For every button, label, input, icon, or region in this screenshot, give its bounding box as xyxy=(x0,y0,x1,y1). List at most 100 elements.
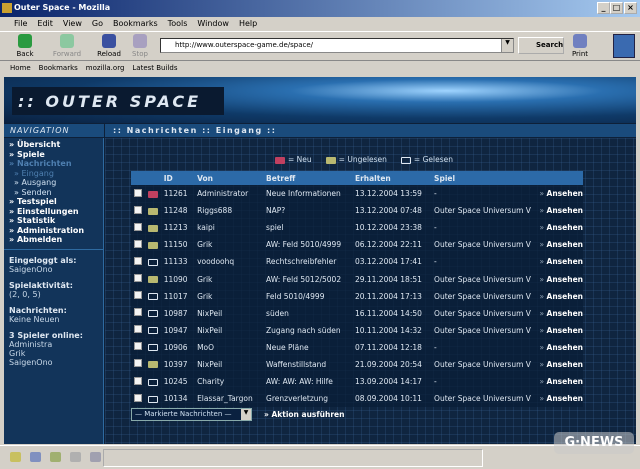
row-checkbox[interactable] xyxy=(134,325,142,334)
chevron-down-icon[interactable]: ▼ xyxy=(241,409,251,420)
message-subject[interactable]: Grenzverletzung xyxy=(263,390,352,407)
table-row[interactable]: 11248 Riggs688 NAP? 13.12.2004 07:48 Out… xyxy=(131,202,583,220)
message-from[interactable]: Grik xyxy=(194,270,263,287)
execute-action-link[interactable]: » Aktion ausführen xyxy=(264,410,344,419)
menu-go[interactable]: Go xyxy=(92,19,103,31)
forward-button[interactable]: Forward xyxy=(52,34,82,58)
table-row[interactable]: 11133 voodoohq Rechtschreibfehler 03.12.… xyxy=(131,253,583,271)
menu-tools[interactable]: Tools xyxy=(168,19,188,31)
nav-item[interactable]: » Spiele xyxy=(9,150,98,160)
message-subject[interactable]: AW: AW: AW: Hilfe xyxy=(263,373,352,390)
col-game[interactable]: Spiel xyxy=(431,171,537,185)
online-player[interactable]: SaigenOno xyxy=(9,358,98,367)
message-subject[interactable]: Zugang nach süden xyxy=(263,322,352,339)
row-checkbox[interactable] xyxy=(134,205,142,214)
message-from[interactable]: NixPeil xyxy=(194,356,263,373)
row-checkbox[interactable] xyxy=(134,222,142,231)
stop-button[interactable]: Stop xyxy=(125,34,155,58)
view-link[interactable]: » Ansehen xyxy=(537,322,583,339)
nav-item[interactable]: » Administration xyxy=(9,226,98,236)
menu-view[interactable]: View xyxy=(63,19,82,31)
mail-icon[interactable] xyxy=(30,452,41,462)
navigator-icon[interactable] xyxy=(10,452,21,462)
reload-button[interactable]: Reload xyxy=(94,34,124,58)
bulk-action-select[interactable]: — Markierte Nachrichten — ▼ xyxy=(131,408,252,421)
message-subject[interactable]: NAP? xyxy=(263,202,352,219)
view-link[interactable]: » Ansehen xyxy=(537,185,583,202)
view-link[interactable]: » Ansehen xyxy=(537,373,583,390)
table-row[interactable]: 11150 Grik AW: Feld 5010/4999 06.12.2004… xyxy=(131,236,583,254)
mozilla-org-link[interactable]: mozilla.org xyxy=(86,64,125,76)
menu-file[interactable]: File xyxy=(14,19,27,31)
nav-item[interactable]: » Nachrichten xyxy=(9,159,98,169)
view-link[interactable]: » Ansehen xyxy=(537,219,583,236)
close-button[interactable]: × xyxy=(624,2,637,14)
row-checkbox[interactable] xyxy=(134,342,142,351)
address-book-icon[interactable] xyxy=(70,452,81,462)
message-subject[interactable]: AW: Feld 5012/5002 xyxy=(263,270,352,287)
message-subject[interactable]: AW: Feld 5010/4999 xyxy=(263,236,352,253)
message-subject[interactable]: Neue Informationen xyxy=(263,185,352,202)
row-checkbox[interactable] xyxy=(134,274,142,283)
col-id[interactable]: ID xyxy=(161,171,194,185)
message-subject[interactable]: Waffenstillstand xyxy=(263,356,352,373)
col-received[interactable]: Erhalten xyxy=(352,171,431,185)
view-link[interactable]: » Ansehen xyxy=(537,202,583,219)
message-from[interactable]: Administrator xyxy=(194,185,263,202)
message-from[interactable]: Charity xyxy=(194,373,263,390)
view-link[interactable]: » Ansehen xyxy=(537,270,583,287)
row-checkbox[interactable] xyxy=(134,188,142,197)
view-link[interactable]: » Ansehen xyxy=(537,305,583,322)
nav-item[interactable]: » Abmelden xyxy=(9,235,98,245)
message-from[interactable]: kaipi xyxy=(194,219,263,236)
message-subject[interactable]: Feld 5010/4999 xyxy=(263,288,352,305)
menu-help[interactable]: Help xyxy=(239,19,257,31)
table-row[interactable]: 10906 MoO Neue Pläne 07.11.2004 12:18 - … xyxy=(131,338,583,356)
message-from[interactable]: voodoohq xyxy=(194,253,263,270)
menu-bookmarks[interactable]: Bookmarks xyxy=(113,19,158,31)
table-row[interactable]: 11090 Grik AW: Feld 5012/5002 29.11.2004… xyxy=(131,270,583,288)
message-from[interactable]: Grik xyxy=(194,288,263,305)
maximize-button[interactable]: □ xyxy=(610,2,623,14)
row-checkbox[interactable] xyxy=(134,256,142,265)
url-bar[interactable]: http://www.outerspace-game.de/space/ ▼ xyxy=(160,38,514,53)
view-link[interactable]: » Ansehen xyxy=(537,390,583,407)
message-subject[interactable]: Rechtschreibfehler xyxy=(263,253,352,270)
message-from[interactable]: MoO xyxy=(194,339,263,356)
latest-builds-link[interactable]: Latest Builds xyxy=(132,64,177,76)
online-player[interactable]: Administra xyxy=(9,340,98,349)
message-from[interactable]: Elassar_Targon xyxy=(194,390,263,407)
view-link[interactable]: » Ansehen xyxy=(537,288,583,305)
table-row[interactable]: 10245 Charity AW: AW: AW: Hilfe 13.09.20… xyxy=(131,373,583,391)
message-from[interactable]: Riggs688 xyxy=(194,202,263,219)
table-row[interactable]: 10947 NixPeil Zugang nach süden 10.11.20… xyxy=(131,321,583,339)
table-row[interactable]: 11261 Administrator Neue Informationen 1… xyxy=(131,185,583,203)
view-link[interactable]: » Ansehen xyxy=(537,339,583,356)
message-subject[interactable]: süden xyxy=(263,305,352,322)
row-checkbox[interactable] xyxy=(134,308,142,317)
url-dropdown-icon[interactable]: ▼ xyxy=(501,39,513,52)
view-link[interactable]: » Ansehen xyxy=(537,253,583,270)
composer-icon[interactable] xyxy=(50,452,61,462)
message-from[interactable]: Grik xyxy=(194,236,263,253)
message-from[interactable]: NixPeil xyxy=(194,305,263,322)
view-link[interactable]: » Ansehen xyxy=(537,356,583,373)
nav-item[interactable]: » Eingang xyxy=(9,169,98,179)
print-button[interactable]: Print xyxy=(565,34,595,58)
view-link[interactable]: » Ansehen xyxy=(537,236,583,253)
col-from[interactable]: Von xyxy=(194,171,263,185)
row-checkbox[interactable] xyxy=(134,359,142,368)
back-button[interactable]: Back xyxy=(10,34,40,58)
bookmarks-link[interactable]: Bookmarks xyxy=(39,64,78,76)
table-row[interactable]: 10987 NixPeil süden 16.11.2004 14:50 Out… xyxy=(131,304,583,322)
site-logo[interactable]: :: OUTER SPACE xyxy=(12,87,224,115)
online-player[interactable]: Grik xyxy=(9,349,98,358)
search-button[interactable]: Search xyxy=(518,37,564,54)
message-subject[interactable]: spiel xyxy=(263,219,352,236)
home-link[interactable]: Home xyxy=(10,64,31,76)
menu-edit[interactable]: Edit xyxy=(37,19,53,31)
table-row[interactable]: 10134 Elassar_Targon Grenzverletzung 08.… xyxy=(131,390,583,408)
nav-item[interactable]: » Einstellungen xyxy=(9,207,98,217)
table-row[interactable]: 11017 Grik Feld 5010/4999 20.11.2004 17:… xyxy=(131,287,583,305)
nav-item[interactable]: » Statistik xyxy=(9,216,98,226)
